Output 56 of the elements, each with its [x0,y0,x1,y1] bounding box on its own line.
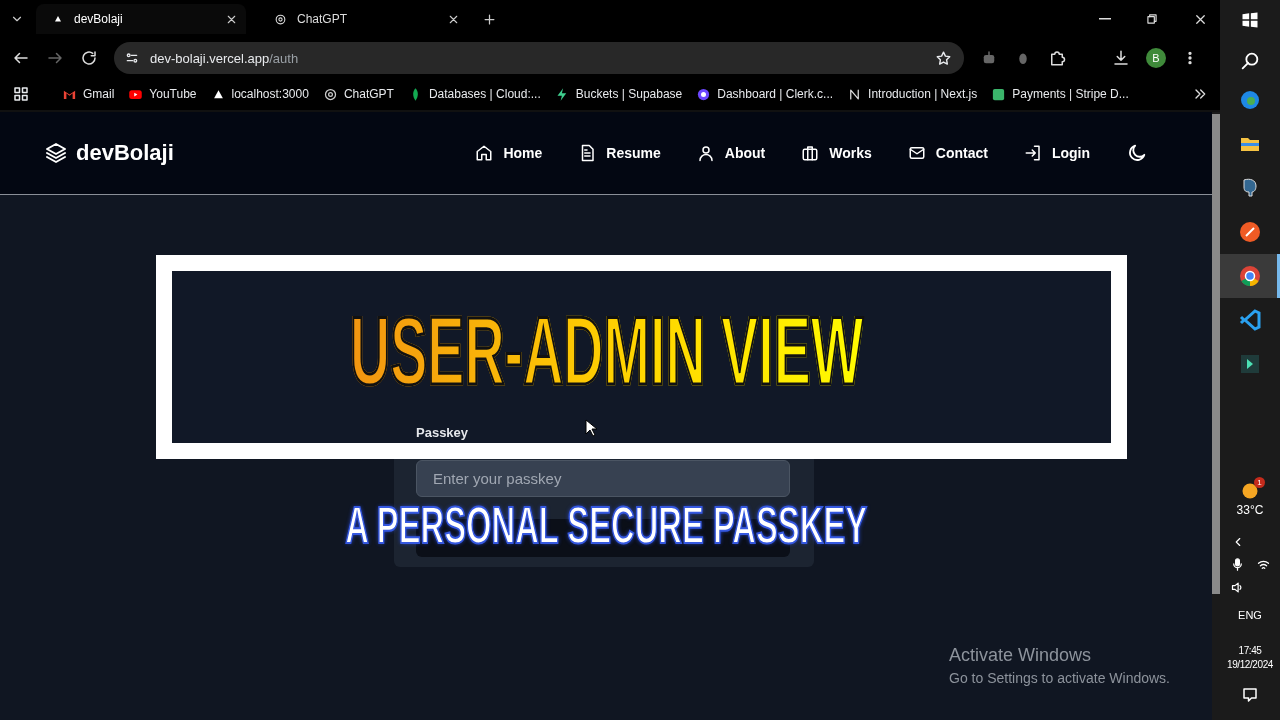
tune-icon [124,50,140,66]
bookmark[interactable]: Payments | Stripe D... [991,86,1129,102]
bookmark[interactable]: Introduction | Next.js [847,86,978,102]
profile-avatar[interactable]: B [1146,48,1166,68]
notification-icon [1241,686,1259,704]
browser-tab[interactable]: ChatGPT [258,4,468,34]
activation-title: Activate Windows [949,645,1093,666]
bookmark[interactable]: Buckets | Supabase [554,86,683,102]
star-icon [935,49,952,67]
windows-icon [1240,10,1260,30]
home-icon [475,144,494,162]
chrome-icon [1238,264,1262,288]
address-bar[interactable]: dev-bolaji.vercel.app/auth [114,42,964,74]
activation-message: Go to Settings to activate Windows. [949,670,1170,686]
bookmark[interactable]: Dashboard | Clerk.c... [696,86,834,102]
nav-link[interactable]: About [696,144,766,162]
taskbar-app[interactable] [1220,254,1280,298]
login-icon [1023,144,1042,162]
nav-link[interactable]: Contact [907,144,988,162]
notification-badge: 1 [1254,477,1265,488]
nav-link[interactable]: Login [1023,144,1090,162]
restore-icon [1145,12,1159,26]
briefcase-icon [801,144,820,162]
passkey-field[interactable]: Enter your passkey [416,460,790,497]
bookmark[interactable]: Gmail [62,86,115,102]
bookmark[interactable]: YouTube [128,86,197,102]
scrollbar[interactable] [1212,112,1220,720]
bookmark[interactable]: Databases | Cloud:... [407,86,541,102]
user-icon [696,144,715,162]
puzzle-icon [1048,49,1066,67]
plus-icon [482,11,497,27]
temperature: 33°C [1236,503,1264,517]
apps-icon [12,85,30,103]
layers-icon [44,141,68,165]
nav-link[interactable]: Works [801,144,872,162]
nav-link[interactable]: Resume [578,144,661,162]
moon-icon [1126,142,1148,164]
cursor-icon [585,419,597,437]
download-icon [1112,49,1130,67]
field-label: Passkey [416,425,469,440]
reload-icon [80,49,98,67]
bookmark[interactable]: ChatGPT [322,86,394,102]
ring-icon [696,86,712,102]
sun-icon [1240,481,1260,501]
site-logo[interactable]: devBolaji [44,140,174,166]
nav-link[interactable]: Home [475,144,543,162]
clock[interactable]: 17:45 19/12/2024 [1226,645,1274,670]
video-subtitle: A PERSONAL SECURE PASSKEY [345,501,868,551]
search-icon [1239,50,1261,72]
browser-tab[interactable]: devBolaji [36,4,246,34]
language-indicator[interactable]: ENG [1238,609,1262,621]
bookmark[interactable]: localhost:3000 [210,86,309,102]
mail-icon [907,144,926,162]
square-icon [991,86,1007,102]
code-editor-icon [1238,308,1262,332]
minimize-icon[interactable] [1099,18,1111,20]
